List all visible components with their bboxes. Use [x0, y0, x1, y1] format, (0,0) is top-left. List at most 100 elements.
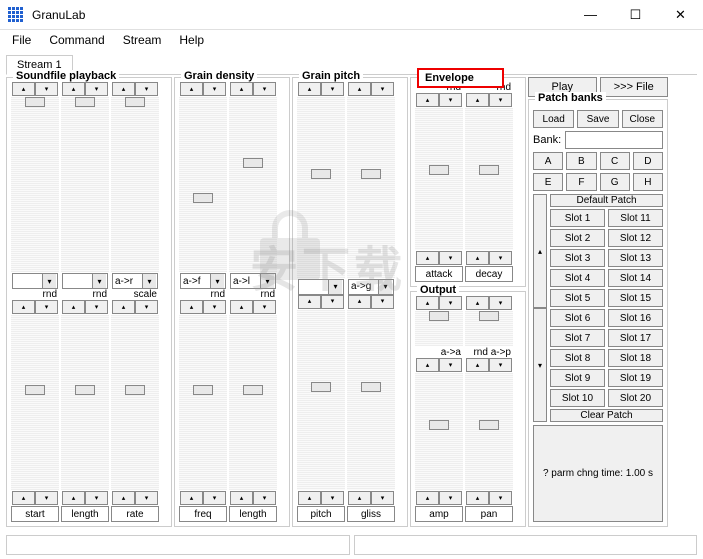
spin-start-bot[interactable]: ▴▾: [12, 491, 58, 505]
spin-gliss-bot[interactable]: ▴▾: [348, 491, 394, 505]
default-patch-button[interactable]: Default Patch: [550, 194, 663, 207]
maximize-button[interactable]: ☐: [613, 0, 658, 30]
bank-a[interactable]: A: [533, 152, 563, 170]
slider-length-lower[interactable]: [61, 315, 109, 490]
slot-10-button[interactable]: Slot 10: [550, 389, 605, 407]
spin-dlength-mid[interactable]: ▴▾: [230, 300, 276, 314]
bank-f[interactable]: F: [566, 173, 596, 191]
load-button[interactable]: Load: [533, 110, 574, 128]
clear-patch-button[interactable]: Clear Patch: [550, 409, 663, 422]
slider-amp-lower[interactable]: [415, 373, 463, 490]
slider-rate-lower[interactable]: [111, 315, 159, 490]
combo-rate-upper[interactable]: a->r: [112, 273, 158, 289]
menu-file[interactable]: File: [4, 31, 39, 49]
slot-9-button[interactable]: Slot 9: [550, 369, 605, 387]
spin-pitch-bot[interactable]: ▴▾: [298, 491, 344, 505]
bank-c[interactable]: C: [600, 152, 630, 170]
spin-decay-top[interactable]: ▴▾: [466, 93, 512, 107]
slot-2-button[interactable]: Slot 2: [550, 229, 605, 247]
slot-7-button[interactable]: Slot 7: [550, 329, 605, 347]
slider-start-lower[interactable]: [11, 315, 59, 490]
spin-rate-mid[interactable]: ▴▾: [112, 300, 158, 314]
slider-gliss-upper[interactable]: [347, 97, 395, 278]
spin-attack-bot[interactable]: ▴▾: [416, 251, 462, 265]
spin-gliss-top[interactable]: ▴▾: [348, 82, 394, 96]
slot-1-button[interactable]: Slot 1: [550, 209, 605, 227]
slider-attack[interactable]: [415, 108, 463, 250]
slider-length-upper[interactable]: [61, 97, 109, 272]
spin-pan-mid[interactable]: ▴▾: [466, 358, 512, 372]
spin-freq-top[interactable]: ▴▾: [180, 82, 226, 96]
spin-freq-bot[interactable]: ▴▾: [180, 491, 226, 505]
slot-18-button[interactable]: Slot 18: [608, 349, 663, 367]
scroll-up-button[interactable]: ▴: [533, 194, 547, 308]
slider-dlength-lower[interactable]: [229, 315, 277, 490]
slider-decay[interactable]: [465, 108, 513, 250]
spin-length-top[interactable]: ▴▾: [62, 82, 108, 96]
menu-command[interactable]: Command: [41, 31, 112, 49]
spin-pitch-top[interactable]: ▴▾: [298, 82, 344, 96]
spin-amp-mid[interactable]: ▴▾: [416, 358, 462, 372]
file-button[interactable]: >>> File: [600, 77, 669, 97]
bank-input[interactable]: [565, 131, 663, 149]
slider-pan-lower[interactable]: [465, 373, 513, 490]
combo-start-upper[interactable]: [12, 273, 58, 289]
slot-5-button[interactable]: Slot 5: [550, 289, 605, 307]
slot-17-button[interactable]: Slot 17: [608, 329, 663, 347]
slot-15-button[interactable]: Slot 15: [608, 289, 663, 307]
combo-pitch[interactable]: [298, 279, 344, 295]
slot-20-button[interactable]: Slot 20: [608, 389, 663, 407]
parm-change-time[interactable]: ? parm chng time: 1.00 s: [533, 425, 663, 522]
combo-length-upper[interactable]: [62, 273, 108, 289]
slider-dlength-upper[interactable]: [229, 97, 277, 272]
slider-gliss-lower[interactable]: [347, 310, 395, 491]
minimize-button[interactable]: —: [568, 0, 613, 30]
save-button[interactable]: Save: [577, 110, 618, 128]
slider-freq-lower[interactable]: [179, 315, 227, 490]
slider-start-upper[interactable]: [11, 97, 59, 272]
scroll-down-button[interactable]: ▾: [533, 308, 547, 422]
spin-freq-mid[interactable]: ▴▾: [180, 300, 226, 314]
slider-freq-upper[interactable]: [179, 97, 227, 272]
slot-14-button[interactable]: Slot 14: [608, 269, 663, 287]
combo-gliss[interactable]: a->g: [348, 279, 394, 295]
slot-8-button[interactable]: Slot 8: [550, 349, 605, 367]
spin-rate-top[interactable]: ▴▾: [112, 82, 158, 96]
slider-amp-upper[interactable]: [415, 311, 463, 346]
slot-11-button[interactable]: Slot 11: [608, 209, 663, 227]
bank-b[interactable]: B: [566, 152, 596, 170]
spin-amp-top[interactable]: ▴▾: [416, 296, 462, 310]
slot-12-button[interactable]: Slot 12: [608, 229, 663, 247]
combo-dlength[interactable]: a->l: [230, 273, 276, 289]
spin-pan-top[interactable]: ▴▾: [466, 296, 512, 310]
slider-pitch-upper[interactable]: [297, 97, 345, 278]
menu-stream[interactable]: Stream: [115, 31, 170, 49]
spin-dlength-bot[interactable]: ▴▾: [230, 491, 276, 505]
close-window-button[interactable]: ✕: [658, 0, 703, 30]
combo-freq[interactable]: a->f: [180, 273, 226, 289]
spin-length-bot[interactable]: ▴▾: [62, 491, 108, 505]
slider-pan-upper[interactable]: [465, 311, 513, 346]
spin-amp-bot[interactable]: ▴▾: [416, 491, 462, 505]
menu-help[interactable]: Help: [171, 31, 212, 49]
spin-attack-top[interactable]: ▴▾: [416, 93, 462, 107]
bank-g[interactable]: G: [600, 173, 630, 191]
spin-rate-bot[interactable]: ▴▾: [112, 491, 158, 505]
spin-start-top[interactable]: ▴▾: [12, 82, 58, 96]
bank-h[interactable]: H: [633, 173, 663, 191]
slot-13-button[interactable]: Slot 13: [608, 249, 663, 267]
bank-e[interactable]: E: [533, 173, 563, 191]
spin-pan-bot[interactable]: ▴▾: [466, 491, 512, 505]
slider-pitch-lower[interactable]: [297, 310, 345, 491]
spin-pitch-mid[interactable]: ▴▾: [298, 295, 344, 309]
slot-4-button[interactable]: Slot 4: [550, 269, 605, 287]
slot-16-button[interactable]: Slot 16: [608, 309, 663, 327]
spin-length-mid[interactable]: ▴▾: [62, 300, 108, 314]
close-button[interactable]: Close: [622, 110, 663, 128]
spin-gliss-mid[interactable]: ▴▾: [348, 295, 394, 309]
slot-3-button[interactable]: Slot 3: [550, 249, 605, 267]
slot-6-button[interactable]: Slot 6: [550, 309, 605, 327]
slider-rate-upper[interactable]: [111, 97, 159, 272]
spin-start-mid[interactable]: ▴▾: [12, 300, 58, 314]
bank-d[interactable]: D: [633, 152, 663, 170]
